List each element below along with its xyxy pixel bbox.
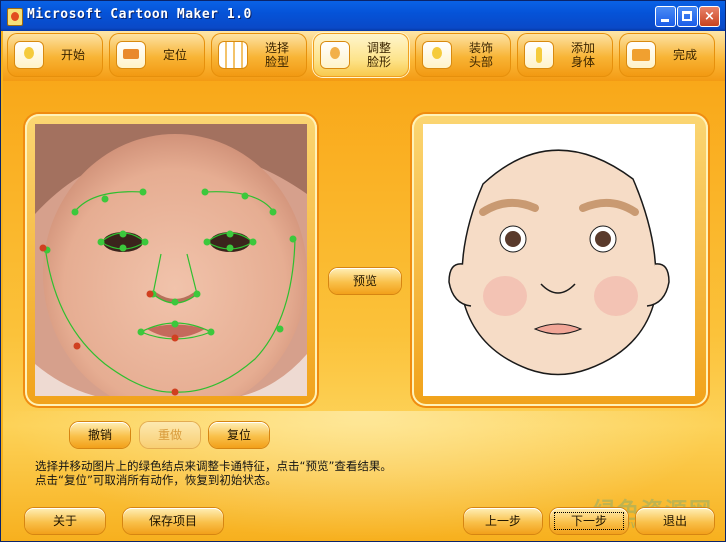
app-window: Microsoft Cartoon Maker 1.0 × 开始 定位 选择 脸… xyxy=(0,0,726,542)
wizard-step-bar: 开始 定位 选择 脸型 调整 脸形 装饰 头部 添加 身体 完成 xyxy=(3,31,725,81)
tab-label: 定位 xyxy=(162,48,187,62)
tab-decorate-head[interactable]: 装饰 头部 xyxy=(415,33,511,77)
reset-button[interactable]: 复位 xyxy=(209,422,269,448)
tab-start[interactable]: 开始 xyxy=(7,33,103,77)
tab-finish[interactable]: 完成 xyxy=(619,33,715,77)
right-cheek xyxy=(594,276,638,316)
right-pupil xyxy=(595,231,611,247)
next-step-button[interactable]: 下一步 xyxy=(550,508,628,534)
main-content: 预览 撤销 重做 复位 选择并移动图片上的绿色结点来调整卡通特征，点击“预览”查… xyxy=(3,81,725,541)
face-photo[interactable] xyxy=(35,124,307,396)
preview-frame xyxy=(412,114,708,406)
photo-frame xyxy=(25,114,317,406)
tab-label: 添加 身体 xyxy=(570,41,595,69)
left-pupil xyxy=(505,231,521,247)
tab-label: 开始 xyxy=(60,48,85,62)
instruction-line-2: 点击“复位”可取消所有动作，恢复到初始状态。 xyxy=(35,473,277,487)
close-icon: × xyxy=(704,9,715,24)
face-grid-icon xyxy=(219,42,247,68)
preview-button[interactable]: 预览 xyxy=(329,268,401,294)
tab-label: 调整 脸形 xyxy=(366,41,391,69)
adjust-face-icon xyxy=(321,42,349,68)
face-photo-canvas[interactable] xyxy=(35,124,307,396)
add-body-icon xyxy=(525,42,553,68)
tab-label: 装饰 头部 xyxy=(468,41,493,69)
app-icon xyxy=(7,8,23,26)
redo-button: 重做 xyxy=(140,422,200,448)
tab-label: 完成 xyxy=(672,48,697,62)
finish-icon xyxy=(627,42,655,68)
window-title: Microsoft Cartoon Maker 1.0 xyxy=(27,7,252,22)
locate-icon xyxy=(117,42,145,68)
decorate-head-icon xyxy=(423,42,451,68)
maximize-button[interactable] xyxy=(677,6,698,27)
tab-label: 选择 脸型 xyxy=(264,41,289,69)
tab-choose-face[interactable]: 选择 脸型 xyxy=(211,33,307,77)
cartoon-face xyxy=(448,149,670,376)
minimize-button[interactable] xyxy=(655,6,676,27)
tab-adjust-face[interactable]: 调整 脸形 xyxy=(313,33,409,77)
left-cheek xyxy=(483,276,527,316)
about-button[interactable]: 关于 xyxy=(25,508,105,534)
previous-step-button[interactable]: 上一步 xyxy=(464,508,542,534)
start-icon xyxy=(15,42,43,68)
undo-button[interactable]: 撤销 xyxy=(70,422,130,448)
exit-button[interactable]: 退出 xyxy=(636,508,714,534)
title-bar[interactable]: Microsoft Cartoon Maker 1.0 × xyxy=(1,1,725,31)
tab-add-body[interactable]: 添加 身体 xyxy=(517,33,613,77)
face-outline xyxy=(461,149,657,376)
close-button[interactable]: × xyxy=(699,6,720,27)
minimize-icon xyxy=(661,19,669,22)
tab-locate[interactable]: 定位 xyxy=(109,33,205,77)
cartoon-preview xyxy=(423,124,695,396)
maximize-icon xyxy=(682,11,692,21)
save-project-button[interactable]: 保存项目 xyxy=(123,508,223,534)
